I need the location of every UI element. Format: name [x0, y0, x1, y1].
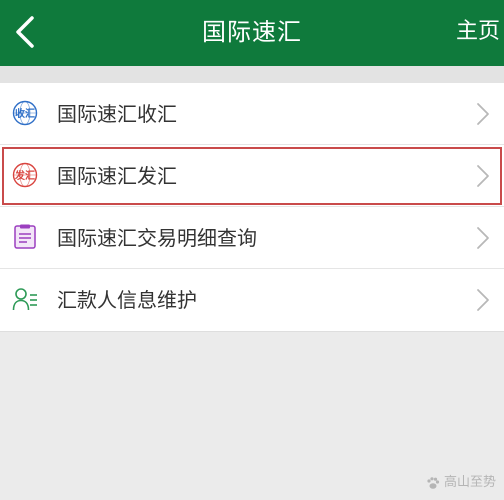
chevron-right-icon [477, 103, 489, 125]
menu-item-send-remittance[interactable]: 发汇 国际速汇发汇 [0, 145, 504, 207]
paw-icon [427, 476, 440, 489]
home-button[interactable]: 主页 [456, 0, 500, 66]
page-title: 国际速汇 [202, 18, 302, 46]
header-bar: 国际速汇 主页 [0, 0, 504, 66]
send-remittance-icon: 发汇 [12, 162, 38, 188]
menu-item-label: 国际速汇交易明细查询 [57, 226, 257, 250]
menu-item-label: 国际速汇发汇 [57, 164, 177, 188]
receive-remittance-icon-text: 收汇 [15, 107, 35, 120]
header-divider [0, 66, 504, 83]
remittance-menu: 收汇 国际速汇收汇 发汇 国际速汇发汇 国际速汇交易明细查询 汇款人信息维护 [0, 83, 504, 332]
send-remittance-icon-text: 发汇 [14, 169, 35, 182]
chevron-right-icon [477, 227, 489, 249]
chevron-right-icon [477, 165, 489, 187]
watermark-text: 高山至势 [443, 475, 496, 490]
menu-item-receive-remittance[interactable]: 收汇 国际速汇收汇 [0, 83, 504, 145]
remitter-info-icon [12, 288, 37, 311]
watermark: 高山至势 [426, 471, 496, 490]
menu-item-label: 国际速汇收汇 [57, 102, 177, 126]
receive-remittance-icon: 收汇 [12, 100, 38, 126]
chevron-right-icon [477, 289, 489, 311]
transaction-list-icon [14, 224, 36, 249]
menu-item-label: 汇款人信息维护 [57, 288, 197, 312]
menu-item-remitter-info[interactable]: 汇款人信息维护 [0, 269, 504, 331]
menu-item-transaction-query[interactable]: 国际速汇交易明细查询 [0, 207, 504, 269]
